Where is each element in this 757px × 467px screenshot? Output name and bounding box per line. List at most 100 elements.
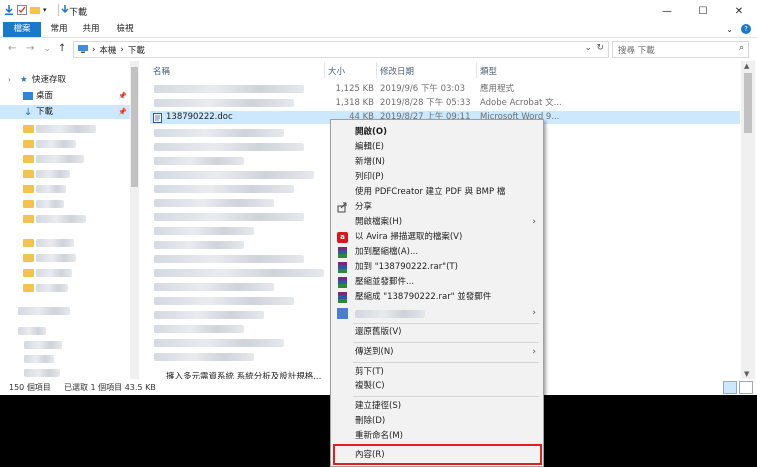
scrollbar-thumb[interactable] [131, 67, 138, 187]
up-arrow-icon[interactable]: ↑ [58, 43, 66, 54]
window-title: 下載 [69, 8, 88, 18]
menu-item-add-to-archive[interactable]: 加到壓縮檔(A)... [331, 245, 543, 260]
title-bar: ▾ 下載 — ☐ ✕ [0, 0, 757, 22]
file-date: 2019/9/6 下午 03:03 [380, 84, 466, 94]
ribbon-tabs: 檔案 常用 共用 檢視 ⌄ ? [0, 22, 757, 38]
refresh-icon[interactable]: ↻ [596, 43, 604, 53]
context-menu: 開啟(O) 編輯(E) 新增(N) 列印(P) 使用 PDFCreator 建立… [330, 119, 544, 467]
menu-item-restore-previous[interactable]: 還原舊版(V) [331, 325, 543, 340]
table-row[interactable]: 1,125 KB 2019/9/6 下午 03:03 應用程式 [150, 83, 740, 96]
maximize-button[interactable]: ☐ [685, 0, 721, 22]
search-icon[interactable]: ⌕ [739, 43, 744, 53]
address-dropdown-icon[interactable]: ⌄ [584, 43, 592, 53]
scrollbar-thumb[interactable] [744, 73, 752, 133]
menu-item-avira-scan[interactable]: a 以 Avira 掃描選取的檔案(V) [331, 230, 543, 245]
menu-item-pdfcreator[interactable]: 使用 PDFCreator 建立 PDF 與 BMP 檔 [331, 185, 543, 200]
folder-quick-icon[interactable] [30, 5, 40, 15]
breadcrumb-downloads[interactable]: 下載 [128, 44, 145, 56]
star-icon: ★ [20, 75, 28, 85]
menu-item-blurred[interactable]: › [331, 306, 543, 321]
winrar-icon [337, 247, 348, 258]
column-header-type[interactable]: 類型 [480, 65, 497, 77]
navigation-pane: › ★ 快速存取 桌面 📌 ↓ 下載 📌 [0, 61, 140, 379]
sidebar-item-desktop[interactable]: 桌面 📌 [0, 89, 130, 103]
breadcrumb-chevron-icon[interactable]: › [120, 45, 123, 55]
checkbox-icon[interactable] [17, 5, 27, 15]
menu-item-add-to-rar[interactable]: 加到 "138790222.rar"(T) [331, 260, 543, 275]
title-separator [58, 4, 59, 16]
sidebar-item-downloads[interactable]: ↓ 下載 📌 [0, 105, 130, 119]
file-size: 1,318 KB [335, 98, 374, 108]
menu-item-print[interactable]: 列印(P) [331, 170, 543, 185]
menu-item-share[interactable]: 分享 [331, 200, 543, 215]
download-arrow-icon[interactable] [4, 5, 14, 15]
winrar-icon [337, 277, 348, 288]
chevron-down-icon[interactable]: ▾ [43, 5, 53, 15]
recent-chevron-icon[interactable]: ⌄ [44, 44, 51, 53]
word-document-icon [153, 113, 162, 123]
column-header-name[interactable]: 名稱 [153, 65, 170, 77]
table-row[interactable]: 1,318 KB 2019/8/28 下午 05:33 Adobe Acroba… [150, 97, 740, 110]
address-bar[interactable]: › 本機 › 下載 ⌄ ↻ [73, 41, 609, 58]
menu-item-copy[interactable]: 複製(C) [331, 379, 543, 394]
navigation-bar: ← → ⌄ ↑ › 本機 › 下載 ⌄ ↻ 搜尋 下載 ⌕ [0, 38, 757, 60]
menu-item-create-shortcut[interactable]: 建立捷徑(S) [331, 399, 543, 414]
search-box[interactable]: 搜尋 下載 ⌕ [612, 41, 749, 58]
sidebar-item-quick-access[interactable]: › ★ 快速存取 [0, 73, 130, 87]
file-type: 應用程式 [480, 84, 515, 94]
app-icon [337, 308, 348, 319]
properties-highlight-box [333, 444, 542, 465]
menu-item-rename[interactable]: 重新命名(M) [331, 429, 543, 444]
submenu-arrow-icon: › [532, 217, 536, 227]
sidebar-item-label: 桌面 [36, 91, 54, 101]
winrar-icon [337, 262, 348, 273]
back-arrow-icon[interactable]: ← [8, 43, 16, 54]
menu-item-open[interactable]: 開啟(O) [331, 125, 543, 140]
expand-chevron-icon[interactable]: › [8, 73, 11, 87]
column-header-date[interactable]: 修改日期 [380, 65, 414, 77]
file-size: 1,125 KB [335, 84, 374, 94]
tab-share[interactable]: 共用 [76, 22, 106, 37]
submenu-arrow-icon: › [532, 308, 536, 318]
help-icon[interactable]: ? [741, 24, 751, 34]
share-icon [337, 202, 348, 213]
chevron-down-icon[interactable]: ⌄ [726, 25, 733, 34]
column-header-size[interactable]: 大小 [328, 65, 345, 77]
desktop-icon [23, 92, 33, 100]
menu-item-delete[interactable]: 刪除(D) [331, 414, 543, 429]
submenu-arrow-icon: › [532, 347, 536, 357]
details-view-icon[interactable] [723, 381, 737, 394]
scroll-up-icon[interactable]: ▲ [744, 62, 749, 70]
tab-home[interactable]: 常用 [44, 22, 74, 37]
menu-item-open-with[interactable]: 開啟檔案(H) › [331, 215, 543, 230]
pin-icon[interactable]: 📌 [118, 89, 127, 103]
breadcrumb-chevron-icon[interactable]: › [92, 45, 95, 55]
winrar-icon [337, 292, 348, 303]
file-type: Adobe Acrobat 文... [480, 98, 562, 108]
computer-icon [78, 44, 88, 56]
breadcrumb-this-pc[interactable]: 本機 [99, 44, 116, 56]
tab-view[interactable]: 檢視 [110, 22, 140, 37]
menu-item-cut[interactable]: 剪下(T) [331, 365, 543, 380]
menu-item-compress-email[interactable]: 壓縮並發郵件... [331, 275, 543, 290]
close-button[interactable]: ✕ [721, 0, 757, 22]
selection-info: 已選取 1 個項目 43.5 KB [64, 383, 156, 392]
item-count: 150 個項目 [9, 383, 51, 392]
forward-arrow-icon[interactable]: → [26, 43, 34, 54]
menu-item-edit[interactable]: 編輯(E) [331, 140, 543, 155]
minimize-button[interactable]: — [649, 0, 685, 22]
file-date: 2019/8/28 下午 05:33 [380, 98, 471, 108]
pin-icon[interactable]: 📌 [118, 105, 127, 119]
scroll-down-icon[interactable]: ▼ [744, 370, 749, 378]
large-icons-view-icon[interactable] [739, 381, 753, 394]
menu-item-compress-rar-email[interactable]: 壓縮成 "138790222.rar" 並發郵件 [331, 290, 543, 305]
file-list-scrollbar[interactable]: ▲ ▼ [741, 61, 755, 379]
tab-file[interactable]: 檔案 [3, 22, 41, 37]
sidebar-scrollbar[interactable] [130, 61, 139, 379]
file-name[interactable]: 138790222.doc [166, 111, 233, 124]
menu-item-send-to[interactable]: 傳送到(N) › [331, 345, 543, 360]
sidebar-item-label: 快速存取 [32, 75, 67, 85]
download-icon: ↓ [24, 107, 33, 118]
search-input[interactable]: 搜尋 下載 [618, 44, 655, 56]
menu-item-new[interactable]: 新增(N) [331, 155, 543, 170]
